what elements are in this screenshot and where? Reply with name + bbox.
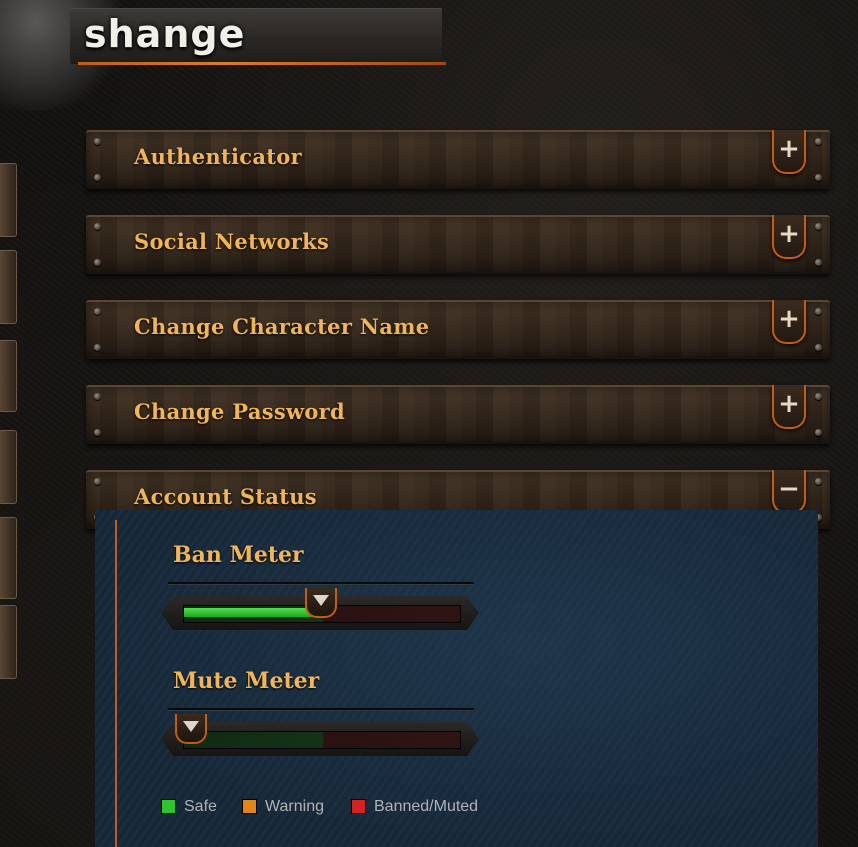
side-nav-icon-6[interactable]	[0, 605, 17, 679]
page-title: shange	[84, 12, 246, 56]
side-nav-icon-5[interactable]	[0, 517, 17, 599]
side-nav-icon-3[interactable]	[0, 340, 17, 412]
plus-icon: +	[778, 389, 800, 419]
side-nav-icon-2[interactable]	[0, 250, 17, 324]
mute-meter	[161, 722, 479, 756]
minus-icon: −	[778, 474, 800, 504]
page-header: shange	[0, 0, 450, 110]
ban-meter-label: Ban Meter	[173, 542, 304, 568]
section-authenticator[interactable]: Authenticator +	[86, 130, 830, 189]
section-change-password[interactable]: Change Password +	[86, 385, 830, 444]
mute-meter-label: Mute Meter	[173, 668, 320, 694]
plus-icon: +	[778, 219, 800, 249]
caret-down-icon	[313, 595, 329, 606]
section-title: Change Character Name	[134, 314, 430, 339]
swatch-icon	[242, 799, 257, 814]
swatch-icon	[351, 799, 366, 814]
section-title: Account Status	[134, 484, 317, 509]
caret-down-icon	[183, 721, 199, 732]
side-nav: o ✚	[0, 95, 22, 755]
account-status-panel: Ban Meter Mute Meter Safe Warning Banned…	[95, 510, 818, 847]
side-nav-icon-1[interactable]	[0, 163, 17, 237]
mute-meter-marker	[175, 714, 207, 744]
expand-button[interactable]: +	[772, 215, 806, 259]
divider	[168, 582, 474, 585]
mute-meter-bar	[183, 731, 461, 749]
swatch-icon	[161, 799, 176, 814]
plus-icon: +	[778, 134, 800, 164]
account-accordion: Authenticator + Social Networks + Change…	[86, 130, 830, 555]
section-change-character-name[interactable]: Change Character Name +	[86, 300, 830, 359]
section-title: Authenticator	[134, 144, 302, 169]
section-title: Social Networks	[134, 229, 330, 254]
expand-button[interactable]: +	[772, 385, 806, 429]
expand-button[interactable]: +	[772, 130, 806, 174]
collapse-button[interactable]: −	[772, 470, 806, 514]
ban-meter-marker	[305, 588, 337, 618]
section-social-networks[interactable]: Social Networks +	[86, 215, 830, 274]
side-nav-icon-4[interactable]	[0, 430, 17, 504]
panel-divider	[115, 520, 117, 847]
section-title: Change Password	[134, 399, 346, 424]
divider	[168, 708, 474, 711]
plus-icon: +	[778, 304, 800, 334]
header-underline	[78, 62, 446, 65]
expand-button[interactable]: +	[772, 300, 806, 344]
ban-meter-fill	[184, 608, 322, 617]
